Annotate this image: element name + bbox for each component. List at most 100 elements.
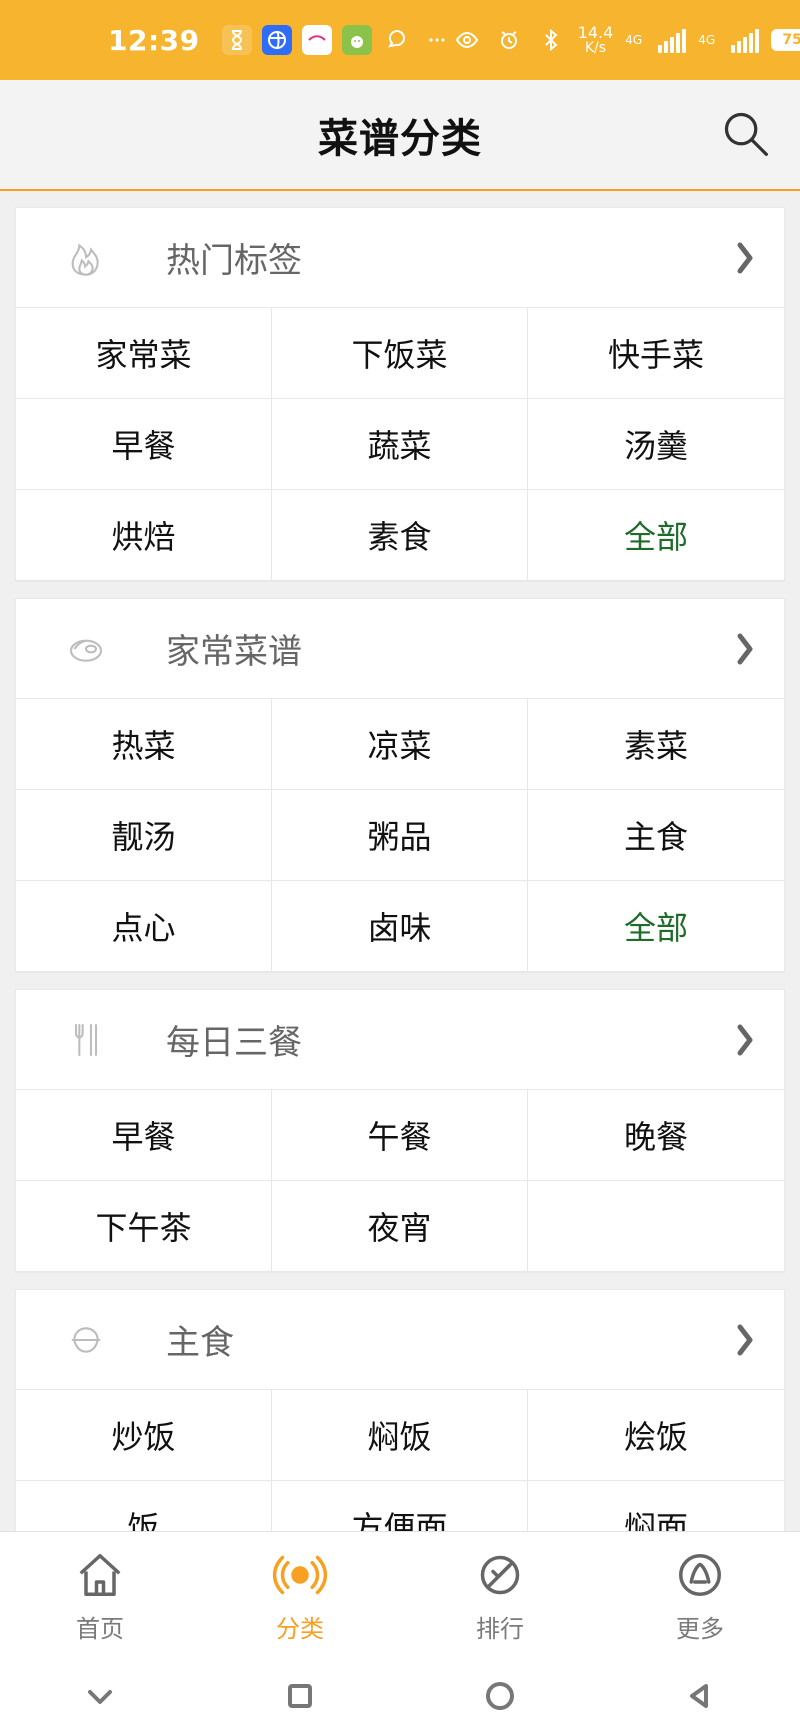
section-title: 主食	[166, 1323, 234, 1363]
system-recents-button[interactable]	[272, 1668, 328, 1724]
tag-item[interactable]: 素食	[272, 490, 528, 581]
battery-icon: 75	[771, 29, 800, 51]
system-back-button[interactable]	[672, 1668, 728, 1724]
category-item[interactable]: 素菜	[528, 699, 784, 790]
category-item[interactable]: 凉菜	[272, 699, 528, 790]
section-three-meals: 每日三餐 早餐 午餐 晚餐 下午茶 夜宵	[15, 989, 785, 1273]
battery-level: 75	[782, 32, 800, 48]
status-left: 12:39	[108, 24, 452, 57]
ranking-icon	[472, 1547, 528, 1603]
tag-item[interactable]: 汤羹	[528, 399, 784, 490]
category-item[interactable]: 点心	[16, 881, 272, 972]
tag-item[interactable]: 早餐	[16, 399, 272, 490]
chevron-right-icon	[732, 1323, 758, 1357]
signal-1-icon	[658, 27, 687, 53]
tag-item-all[interactable]: 全部	[528, 490, 784, 581]
tag-item[interactable]: 下饭菜	[272, 308, 528, 399]
category-item[interactable]: 粥品	[272, 790, 528, 881]
meal-item[interactable]: 午餐	[272, 1090, 528, 1181]
nav-more-label: 更多	[676, 1614, 724, 1643]
section-grid: 热菜 凉菜 素菜 靓汤 粥品 主食 点心 卤味 全部	[16, 699, 784, 972]
chevron-down-icon	[88, 1690, 112, 1704]
network-1: 4G	[625, 34, 642, 46]
more-dots-icon	[422, 25, 452, 55]
nav-ranking-label: 排行	[476, 1614, 524, 1643]
meal-item-empty	[528, 1181, 784, 1272]
staple-item[interactable]: 焖面	[528, 1481, 784, 1531]
nav-home-label: 首页	[76, 1614, 124, 1643]
tag-item[interactable]: 家常菜	[16, 308, 272, 399]
staple-item[interactable]: 方便面	[272, 1481, 528, 1531]
home-icon	[72, 1547, 128, 1603]
category-content: 热门标签 家常菜 下饭菜 快手菜 早餐 蔬菜 汤羹 烘焙 素食 全部 家常菜谱 …	[0, 191, 800, 1531]
chevron-right-icon	[732, 632, 758, 666]
system-chevron-button[interactable]	[72, 1668, 128, 1724]
dish-icon	[66, 629, 106, 669]
square-icon	[288, 1684, 312, 1708]
alarm-icon	[494, 25, 524, 55]
section-staple-food: 主食 炒饭 焖饭 烩饭 饭 方便面 焖面	[15, 1289, 785, 1531]
tag-item[interactable]: 快手菜	[528, 308, 784, 399]
section-header-three-meals[interactable]: 每日三餐	[16, 990, 784, 1090]
section-grid: 炒饭 焖饭 烩饭 饭 方便面 焖面	[16, 1390, 784, 1531]
status-icons	[221, 25, 452, 55]
section-header-staple-food[interactable]: 主食	[16, 1290, 784, 1390]
nav-ranking[interactable]: 排行	[400, 1532, 600, 1658]
nav-home[interactable]: 首页	[0, 1532, 200, 1658]
back-icon	[690, 1684, 708, 1708]
meal-item[interactable]: 早餐	[16, 1090, 272, 1181]
section-title: 每日三餐	[166, 1023, 302, 1063]
android-icon	[341, 25, 372, 55]
system-home-button[interactable]	[472, 1668, 528, 1724]
section-grid: 家常菜 下饭菜 快手菜 早餐 蔬菜 汤羹 烘焙 素食 全部	[16, 308, 784, 581]
status-right: 14.4 K/s 4G 4G 75	[452, 25, 800, 55]
tag-item[interactable]: 烘焙	[16, 490, 272, 581]
network-speed-value: 14.4	[577, 23, 614, 42]
utensils-icon	[66, 1020, 106, 1060]
signal-2-icon	[731, 27, 760, 53]
section-title: 家常菜谱	[166, 632, 302, 672]
meal-item[interactable]: 晚餐	[528, 1090, 784, 1181]
section-header-home-recipes[interactable]: 家常菜谱	[16, 599, 784, 699]
chevron-right-icon	[732, 1023, 758, 1057]
browser-icon	[261, 25, 292, 55]
network-speed-unit: K/s	[584, 40, 607, 56]
nav-category[interactable]: 分类	[200, 1532, 400, 1658]
bluetooth-icon	[536, 25, 566, 55]
section-header-hot-tags[interactable]: 热门标签	[16, 208, 784, 308]
staple-item[interactable]: 焖饭	[272, 1390, 528, 1481]
bottom-navigation: 首页 分类 排行 更多	[0, 1531, 800, 1658]
system-navigation	[0, 1658, 800, 1734]
section-title: 热门标签	[166, 241, 302, 281]
circle-icon	[486, 1682, 514, 1710]
more-icon	[672, 1547, 728, 1603]
category-item-all[interactable]: 全部	[528, 881, 784, 972]
nav-category-label: 分类	[276, 1614, 324, 1643]
status-bar: 12:39 14.4 K/s 4G 4G 75	[0, 0, 800, 80]
bowl-icon	[66, 1320, 106, 1360]
nav-more[interactable]: 更多	[600, 1532, 800, 1658]
staple-item[interactable]: 烩饭	[528, 1390, 784, 1481]
section-hot-tags: 热门标签 家常菜 下饭菜 快手菜 早餐 蔬菜 汤羹 烘焙 素食 全部	[15, 207, 785, 582]
staple-item[interactable]: 炒饭	[16, 1390, 272, 1481]
chat-icon	[382, 25, 412, 55]
search-button[interactable]	[718, 106, 774, 162]
category-item[interactable]: 靓汤	[16, 790, 272, 881]
network-1-label: 4G	[625, 33, 643, 47]
staple-item[interactable]: 饭	[16, 1481, 272, 1531]
category-item[interactable]: 卤味	[272, 881, 528, 972]
hourglass-icon	[221, 25, 252, 55]
app-icon	[301, 25, 332, 55]
status-time: 12:39	[108, 23, 200, 57]
app-header: 菜谱分类	[0, 80, 800, 191]
tag-item[interactable]: 蔬菜	[272, 399, 528, 490]
chevron-right-icon	[732, 241, 758, 275]
meal-item[interactable]: 下午茶	[16, 1181, 272, 1272]
network-speed: 14.4 K/s	[577, 23, 614, 56]
eye-icon	[452, 25, 482, 55]
category-item[interactable]: 主食	[528, 790, 784, 881]
section-grid: 早餐 午餐 晚餐 下午茶 夜宵	[16, 1090, 784, 1272]
category-item[interactable]: 热菜	[16, 699, 272, 790]
search-icon	[724, 112, 768, 156]
meal-item[interactable]: 夜宵	[272, 1181, 528, 1272]
